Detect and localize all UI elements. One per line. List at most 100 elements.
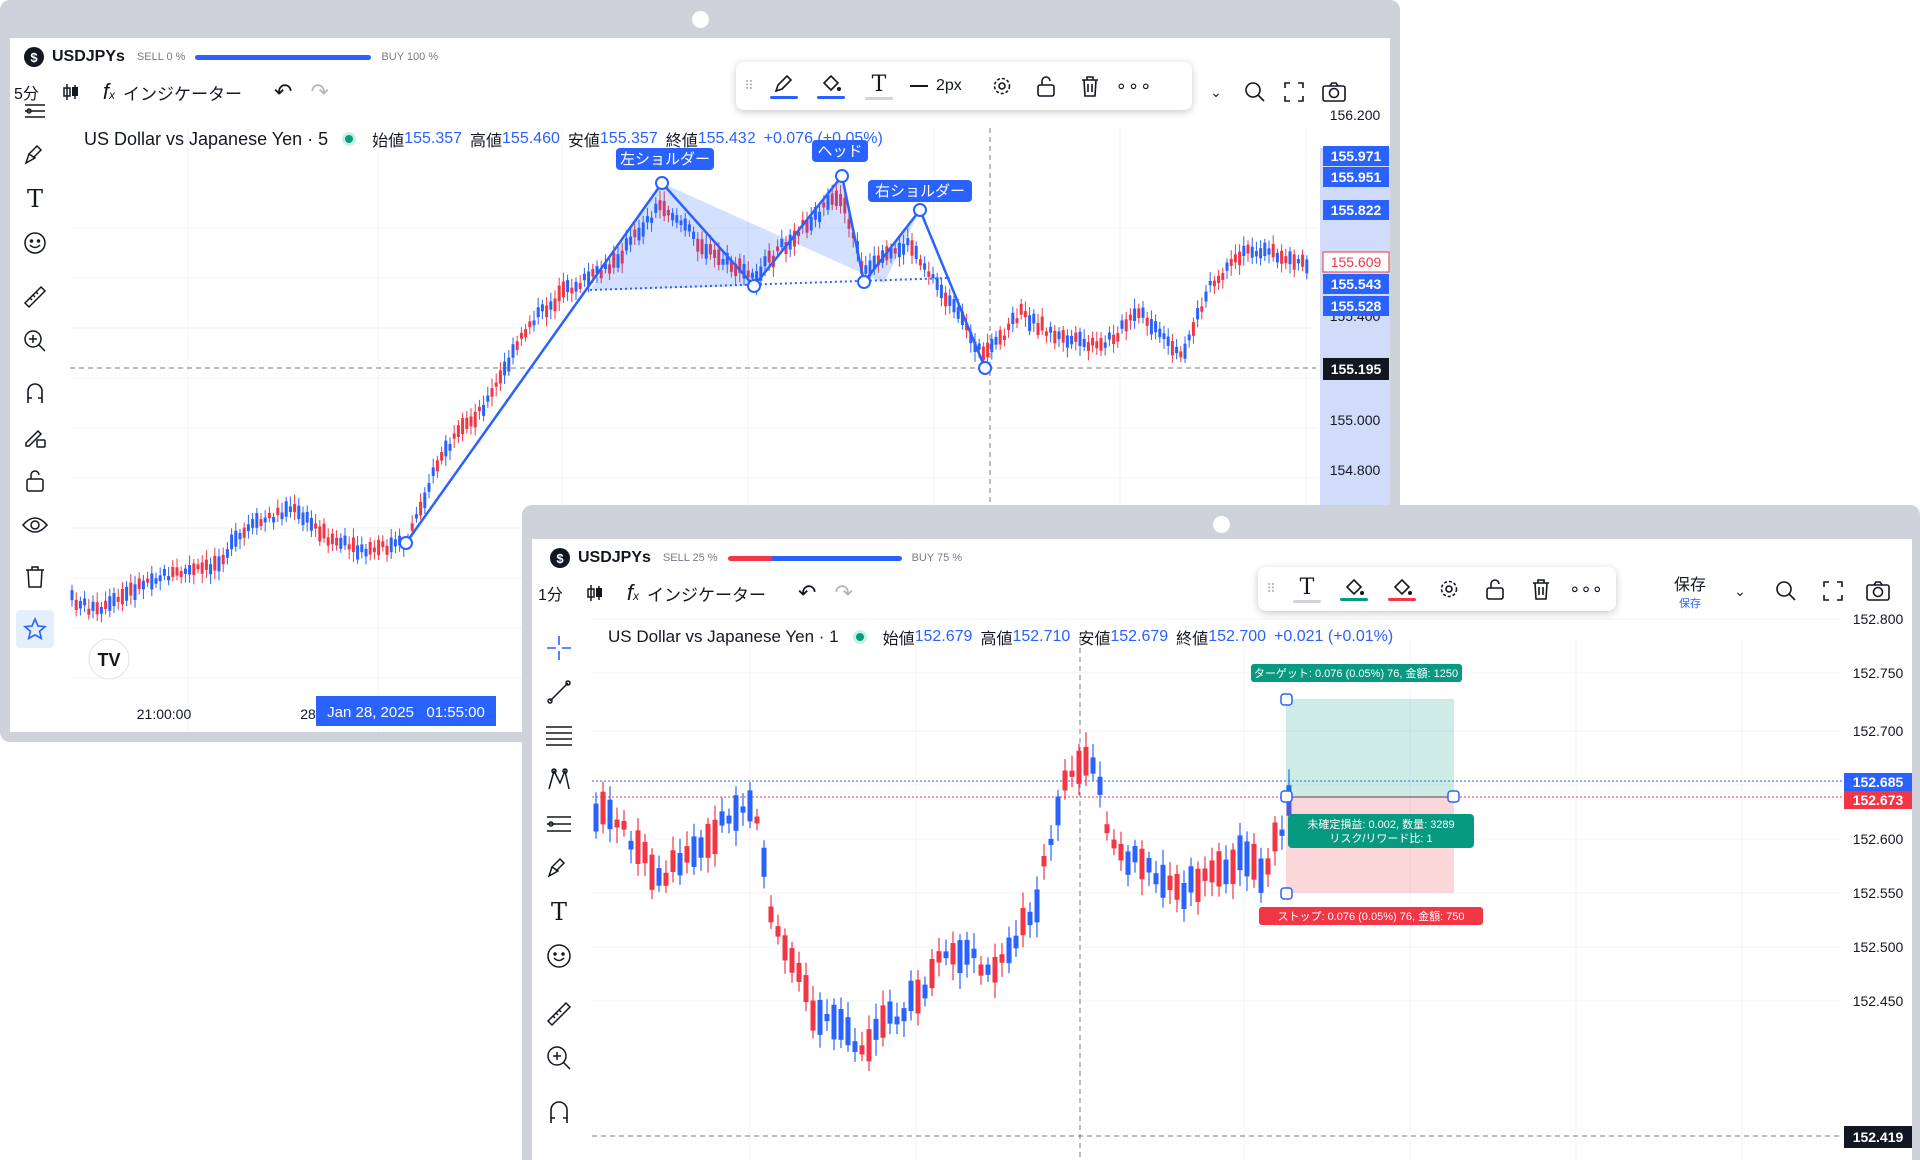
candle xyxy=(1044,331,1048,336)
candle xyxy=(242,527,246,538)
candle xyxy=(490,388,494,397)
interval-button-2[interactable]: 1分 xyxy=(538,581,563,605)
change-value: +0.076 (+0.05%) xyxy=(763,130,883,147)
crosshair-tool-icon[interactable] xyxy=(540,629,578,667)
trash-icon-2[interactable] xyxy=(1518,578,1564,600)
candle xyxy=(1020,907,1026,936)
trendline-tool-icon[interactable] xyxy=(540,673,578,711)
time-tick-2: 28 xyxy=(300,706,316,722)
eye-icon[interactable] xyxy=(16,506,54,544)
candle xyxy=(897,242,901,258)
text-tool-icon-2[interactable]: T xyxy=(540,893,578,931)
drag-handle-icon-2[interactable]: ⠿ xyxy=(1258,581,1284,597)
emoji-tool-icon-2[interactable] xyxy=(540,937,578,975)
draw-lock-icon[interactable] xyxy=(16,418,54,456)
candle xyxy=(1251,843,1257,880)
loss-color-button[interactable] xyxy=(1378,578,1426,601)
emoji-tool-icon[interactable] xyxy=(16,224,54,262)
undo-icon[interactable]: ↶ xyxy=(274,79,292,105)
fullscreen-icon-2[interactable] xyxy=(1810,581,1856,601)
save-button[interactable]: 保存 保存 xyxy=(1662,571,1718,611)
undo-icon-2[interactable]: ↶ xyxy=(798,580,816,606)
brush-tool-icon[interactable] xyxy=(16,136,54,174)
chevron-down-icon[interactable]: ⌄ xyxy=(1196,84,1236,101)
unlock-icon-2[interactable] xyxy=(1472,578,1518,600)
unlock-icon[interactable] xyxy=(1024,75,1068,97)
candle xyxy=(1149,319,1153,335)
pattern-tool-icon[interactable] xyxy=(540,761,578,799)
line-color-button[interactable] xyxy=(762,74,806,99)
candle xyxy=(1301,254,1305,267)
redo-icon-2[interactable]: ↷ xyxy=(834,580,852,606)
candle xyxy=(801,219,805,226)
profit-color-button[interactable] xyxy=(1330,578,1378,601)
zoom-tool-icon[interactable] xyxy=(16,322,54,360)
symbol-name-2[interactable]: USDJPYs xyxy=(578,549,651,567)
fill-color-button[interactable] xyxy=(806,74,856,99)
candle xyxy=(372,547,376,553)
more-icon-2[interactable]: ∘∘∘ xyxy=(1564,579,1608,600)
line-width-button[interactable]: 2px xyxy=(910,77,980,95)
candle xyxy=(1259,248,1263,259)
pattern-point xyxy=(857,275,871,289)
indicators-button-2[interactable]: fx インジケーター xyxy=(627,580,766,606)
candle xyxy=(1074,332,1078,342)
lines-tool-icon[interactable] xyxy=(540,717,578,755)
camera-icon[interactable] xyxy=(1314,82,1354,102)
candle xyxy=(1116,333,1120,342)
buy-ratio: BUY 100 % xyxy=(381,51,439,63)
replay-search-icon[interactable] xyxy=(1236,81,1274,103)
candle xyxy=(528,321,532,328)
candle xyxy=(992,956,998,983)
candle xyxy=(414,514,418,519)
ruler-tool-icon[interactable] xyxy=(16,278,54,316)
camera-icon-2[interactable] xyxy=(1856,581,1900,601)
trash-icon[interactable] xyxy=(1068,75,1112,97)
candle xyxy=(1208,280,1212,286)
favorite-star-icon[interactable] xyxy=(16,610,54,648)
brush-tool-icon-2[interactable] xyxy=(540,849,578,887)
replay-search-icon-2[interactable] xyxy=(1762,580,1810,602)
candle xyxy=(549,301,553,310)
magnet-icon[interactable] xyxy=(16,374,54,412)
candle xyxy=(1111,839,1117,849)
indicators-button[interactable]: fx インジケーター xyxy=(103,79,242,105)
text-tool-icon[interactable]: T xyxy=(16,180,54,218)
candle-style-icon-2[interactable] xyxy=(585,583,605,603)
magnet-icon-2[interactable] xyxy=(540,1093,578,1131)
candle xyxy=(532,320,536,326)
candle xyxy=(734,263,738,277)
candle xyxy=(650,217,654,223)
fullscreen-icon[interactable] xyxy=(1274,82,1314,102)
chevron-down-icon-2[interactable]: ⌄ xyxy=(1718,583,1762,600)
candle xyxy=(129,582,133,596)
trash-tool-icon[interactable] xyxy=(16,558,54,596)
ruler-tool-icon-2[interactable] xyxy=(540,995,578,1033)
candle xyxy=(1099,338,1103,351)
redo-icon[interactable]: ↷ xyxy=(310,79,328,105)
lock-icon[interactable] xyxy=(16,462,54,500)
candle xyxy=(1036,322,1040,335)
more-icon[interactable]: ∘∘∘ xyxy=(1112,76,1156,97)
fib-tool-icon[interactable] xyxy=(16,92,54,130)
zoom-tool-icon-2[interactable] xyxy=(540,1039,578,1077)
fib-tool-icon-2[interactable] xyxy=(540,805,578,843)
candle xyxy=(276,507,280,516)
axis-tick: 152.600 xyxy=(1853,831,1904,847)
candle xyxy=(855,240,859,254)
candle xyxy=(1254,250,1258,257)
settings-gear-icon[interactable] xyxy=(980,75,1024,97)
symbol-name[interactable]: USDJPYs xyxy=(52,48,125,66)
candle xyxy=(782,935,788,961)
candle xyxy=(1305,259,1309,274)
candle xyxy=(847,219,851,229)
candle xyxy=(566,280,570,293)
text-color-button[interactable]: T xyxy=(856,72,902,100)
candle-style-icon[interactable] xyxy=(61,82,81,102)
candle xyxy=(582,273,586,281)
settings-gear-icon-2[interactable] xyxy=(1426,578,1472,600)
text-color-button-2[interactable]: T xyxy=(1284,575,1330,603)
chart2-left-toolbar: T xyxy=(536,629,582,1131)
drag-handle-icon[interactable]: ⠿ xyxy=(736,78,762,94)
axis-tick: 152.550 xyxy=(1853,885,1904,901)
